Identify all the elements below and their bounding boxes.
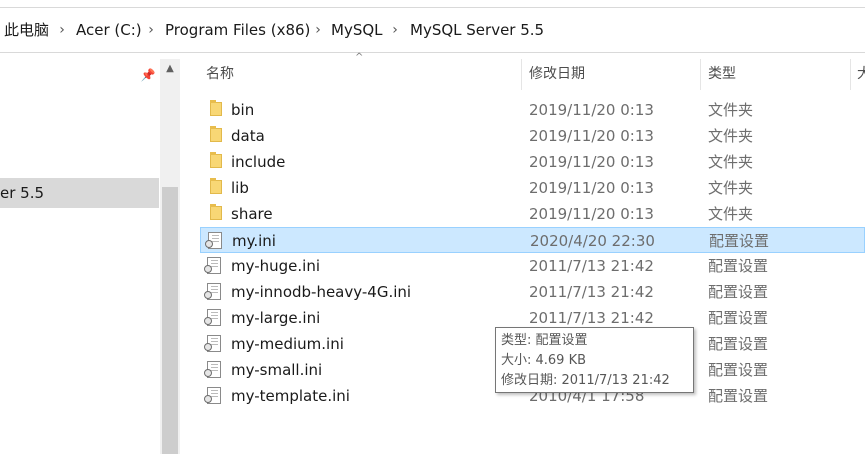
- file-type: 文件夹: [708, 101, 754, 119]
- file-date: 2019/11/20 0:13: [529, 101, 654, 119]
- file-row[interactable]: my-huge.ini 2011/7/13 21:42 配置设置: [200, 253, 865, 279]
- file-date: 2019/11/20 0:13: [529, 205, 654, 223]
- tooltip-type: 类型: 配置设置: [501, 333, 588, 348]
- file-date: 2011/7/13 21:42: [529, 257, 654, 275]
- column-divider[interactable]: [700, 59, 701, 90]
- column-name[interactable]: 名称: [206, 59, 234, 90]
- nav-scrollbar[interactable]: ▲: [160, 59, 180, 454]
- file-date: 2019/11/20 0:13: [529, 153, 654, 171]
- chevron-right-icon[interactable]: ›: [308, 8, 328, 52]
- column-header: ^ 名称 修改日期 类型 大: [180, 52, 865, 90]
- file-name: bin: [231, 101, 255, 119]
- file-row[interactable]: my.ini 2020/4/20 22:30 配置设置: [200, 227, 865, 253]
- file-name: my.ini: [232, 232, 276, 250]
- breadcrumb-mysql[interactable]: MySQL: [331, 8, 383, 52]
- file-type: 配置设置: [708, 257, 769, 275]
- folder-icon: [210, 178, 222, 194]
- address-bar: 此电脑 › Acer (C:) › Program Files (x86) › …: [0, 0, 865, 60]
- file-type: 配置设置: [708, 387, 769, 405]
- column-size[interactable]: 大: [857, 59, 865, 90]
- folder-icon: [210, 100, 222, 116]
- tooltip-size: 大小: 4.69 KB: [501, 353, 587, 368]
- column-type[interactable]: 类型: [708, 59, 736, 90]
- config-file-icon: [204, 387, 221, 404]
- file-type: 配置设置: [708, 335, 769, 353]
- file-type: 配置设置: [709, 232, 770, 250]
- tooltip-date: 修改日期: 2011/7/13 21:42: [501, 373, 670, 388]
- breadcrumb-program-files[interactable]: Program Files (x86): [165, 8, 310, 52]
- file-name: my-template.ini: [231, 387, 350, 405]
- file-row[interactable]: lib 2019/11/20 0:13 文件夹: [200, 175, 865, 201]
- file-type: 配置设置: [708, 361, 769, 379]
- column-divider[interactable]: [850, 59, 851, 90]
- chevron-right-icon[interactable]: ›: [385, 8, 405, 52]
- config-file-icon: [204, 335, 221, 352]
- breadcrumb[interactable]: 此电脑 › Acer (C:) › Program Files (x86) › …: [0, 7, 865, 53]
- scroll-up-arrow-icon[interactable]: ▲: [160, 59, 180, 79]
- file-row[interactable]: bin 2019/11/20 0:13 文件夹: [200, 97, 865, 123]
- nav-item-label: er 5.5: [0, 184, 45, 202]
- file-name: my-large.ini: [231, 309, 321, 327]
- file-name: include: [231, 153, 286, 171]
- config-file-icon: [204, 283, 221, 300]
- breadcrumb-acer-drive[interactable]: Acer (C:): [76, 8, 142, 52]
- column-divider[interactable]: [521, 59, 522, 90]
- file-row[interactable]: data 2019/11/20 0:13 文件夹: [200, 123, 865, 149]
- config-file-icon: [205, 232, 222, 249]
- column-date[interactable]: 修改日期: [529, 59, 585, 90]
- config-file-icon: [204, 361, 221, 378]
- file-name: data: [231, 127, 265, 145]
- folder-icon: [210, 152, 222, 168]
- file-row[interactable]: share 2019/11/20 0:13 文件夹: [200, 201, 865, 227]
- file-type: 文件夹: [708, 179, 754, 197]
- navigation-pane: 📌 er 5.5: [0, 59, 160, 454]
- file-row[interactable]: include 2019/11/20 0:13 文件夹: [200, 149, 865, 175]
- folder-icon: [210, 126, 222, 142]
- file-date: 2020/4/20 22:30: [530, 232, 655, 250]
- file-type: 文件夹: [708, 205, 754, 223]
- config-file-icon: [204, 309, 221, 326]
- file-type: 文件夹: [708, 127, 754, 145]
- chevron-right-icon[interactable]: ›: [141, 8, 161, 52]
- config-file-icon: [204, 257, 221, 274]
- file-date: 2019/11/20 0:13: [529, 179, 654, 197]
- folder-icon: [210, 204, 222, 220]
- file-name: my-innodb-heavy-4G.ini: [231, 283, 412, 301]
- breadcrumb-this-pc[interactable]: 此电脑: [4, 8, 49, 52]
- file-info-tooltip: 类型: 配置设置 大小: 4.69 KB 修改日期: 2011/7/13 21:…: [495, 327, 694, 393]
- file-row[interactable]: my-innodb-heavy-4G.ini 2011/7/13 21:42 配置设…: [200, 279, 865, 305]
- pin-icon[interactable]: 📌: [140, 67, 156, 83]
- file-type: 配置设置: [708, 283, 769, 301]
- file-name: share: [231, 205, 273, 223]
- nav-item-mysql-server[interactable]: er 5.5: [0, 178, 159, 208]
- breadcrumb-mysql-server[interactable]: MySQL Server 5.5: [410, 8, 544, 52]
- file-date: 2019/11/20 0:13: [529, 127, 654, 145]
- file-name: my-medium.ini: [231, 335, 344, 353]
- file-type: 配置设置: [708, 309, 769, 327]
- chevron-right-icon[interactable]: ›: [52, 8, 72, 52]
- file-type: 文件夹: [708, 153, 754, 171]
- scroll-thumb[interactable]: [162, 187, 178, 454]
- file-name: lib: [231, 179, 249, 197]
- file-name: my-huge.ini: [231, 257, 321, 275]
- file-date: 2011/7/13 21:42: [529, 283, 654, 301]
- file-name: my-small.ini: [231, 361, 323, 379]
- sort-ascending-icon: ^: [355, 52, 364, 63]
